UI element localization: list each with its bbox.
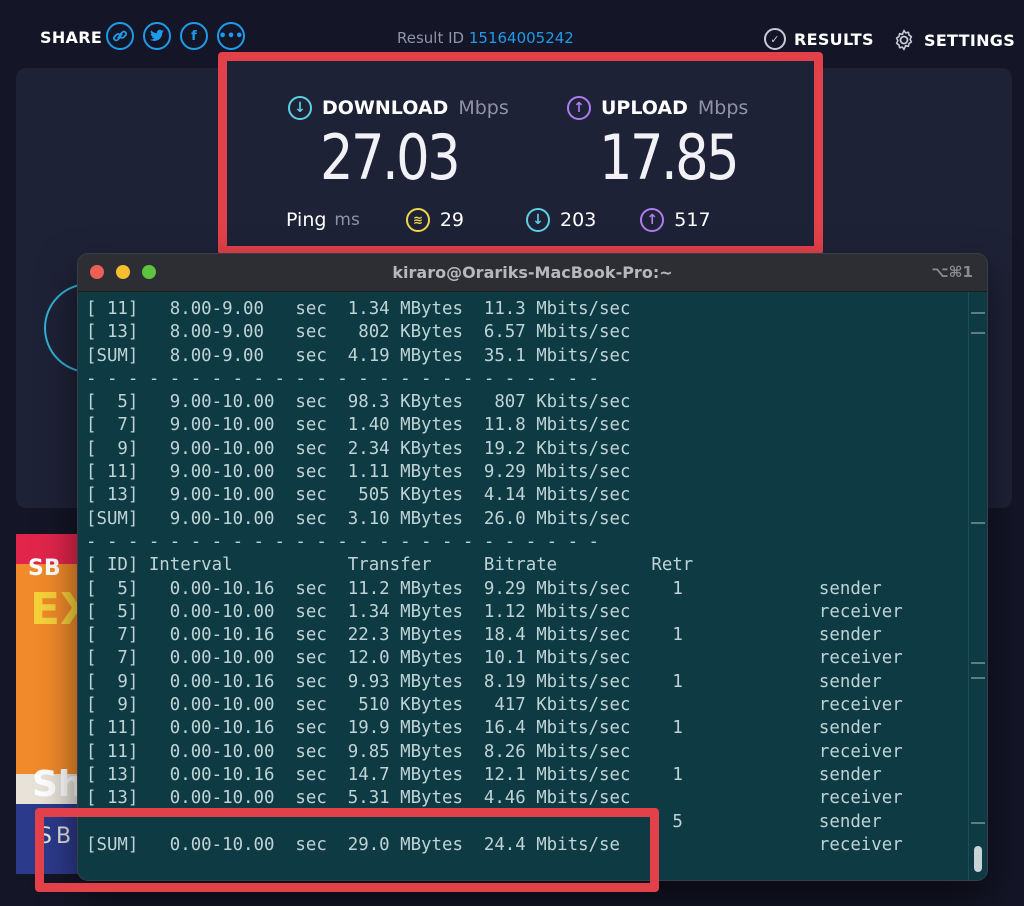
idle-latency-icon: ≋ [405,208,430,232]
window-shortcut: ⌥⌘1 [931,263,973,281]
upload-header: ↑ UPLOAD Mbps [567,96,748,120]
terminal-line: [SUM] 8.00-9.00 sec 4.19 MBytes 35.1 Mbi… [86,345,631,366]
more-icon[interactable]: ••• [217,22,245,50]
upload-label: UPLOAD [601,97,688,119]
ping-unit: ms [334,210,360,230]
ping-idle: ≋ 29 [405,208,465,232]
link-icon[interactable] [106,22,134,50]
share-label: SHARE [40,28,103,47]
ping-upload: ↑ 517 [640,208,711,232]
download-latency-icon: ↓ [526,208,551,232]
settings-button[interactable]: SETTINGS [892,28,1015,52]
ad-text-sb: SB [28,556,61,581]
scroll-marker [971,522,985,524]
ping-upload-value: 517 [674,209,711,231]
ping-label: Ping [286,209,327,231]
terminal-line: [ 13] 0.00-10.16 sec 14.7 MBytes 12.1 Mb… [86,764,882,785]
terminal-titlebar[interactable]: kiraro@Orariks-MacBook-Pro:~ ⌥⌘1 [78,254,987,292]
terminal-line: [ 13] 8.00-9.00 sec 802 KBytes 6.57 Mbit… [86,322,631,343]
ping-row: Ping ms ≋ 29 ↓ 203 ↑ 517 [286,208,711,232]
twitter-bird-glyph [150,29,164,41]
terminal-line: [ 7] 0.00-10.16 sec 22.3 MBytes 18.4 Mbi… [86,625,882,646]
gear-icon [895,29,913,51]
terminal-output[interactable]: [ 11] 8.00-9.00 sec 1.34 MBytes 11.3 Mbi… [78,292,968,880]
scroll-marker [971,822,985,824]
results-button[interactable]: ✓ RESULTS [764,28,874,50]
download-header: ↓ DOWNLOAD Mbps [288,96,509,120]
terminal-line: [ 5] 9.00-10.00 sec 98.3 KBytes 807 Kbit… [86,392,631,413]
upload-arrow-icon: ↑ [567,96,591,120]
download-unit: Mbps [458,97,509,119]
terminal-line: [SUM] 9.00-10.00 sec 3.10 MBytes 26.0 Mb… [86,508,631,529]
terminal-line: [ 5] 0.00-10.16 sec 11.2 MBytes 9.29 Mbi… [86,578,882,599]
terminal-line: [ 11] 8.00-9.00 sec 1.34 MBytes 11.3 Mbi… [86,299,631,319]
terminal-title: kiraro@Orariks-MacBook-Pro:~ [392,263,673,282]
terminal-scrollbar[interactable] [968,292,987,880]
summary-highlight [35,808,659,892]
ping-download-value: 203 [560,209,597,231]
result-id: Result ID 15164005242 [397,29,574,47]
upload-unit: Mbps [697,97,749,119]
scroll-thumb[interactable] [974,846,982,872]
terminal-line: [ 7] 0.00-10.00 sec 12.0 MBytes 10.1 Mbi… [86,648,903,669]
terminal-line: [ 7] 9.00-10.00 sec 1.40 MBytes 11.8 Mbi… [86,415,631,436]
scroll-marker [971,677,985,679]
ping-download: ↓ 203 [526,208,596,232]
ad-text-sh: Sh [32,764,84,805]
terminal-line: [ 9] 0.00-10.16 sec 9.93 MBytes 8.19 Mbi… [86,671,882,692]
upload-latency-icon: ↑ [640,208,665,232]
download-arrow-icon: ↓ [288,96,312,120]
terminal-line: [ 5] 0.00-10.00 sec 1.34 MBytes 1.12 Mbi… [86,601,903,622]
terminal-line: [ ID] Interval Transfer Bitrate Retr [86,555,694,576]
result-id-link[interactable]: 15164005242 [469,29,574,47]
download-speed-value: 27.03 [320,121,461,194]
twitter-icon[interactable] [143,22,171,50]
link-icon-glyph [112,30,128,42]
ping-idle-value: 29 [439,209,465,231]
terminal-line: [ 11] 0.00-10.00 sec 9.85 MBytes 8.26 Mb… [86,741,903,762]
scroll-marker [971,662,985,664]
terminal-line: [ 9] 0.00-10.00 sec 510 KBytes 417 Kbits… [86,695,903,716]
upload-speed-value: 17.85 [599,121,740,194]
scroll-marker [971,332,985,334]
facebook-icon[interactable]: f [180,22,208,50]
scroll-marker [971,312,985,314]
speed-results-highlight: ↓ DOWNLOAD Mbps 27.03 ↑ UPLOAD Mbps 17.8… [218,52,823,255]
terminal-line: [ 9] 9.00-10.00 sec 2.34 KBytes 19.2 Kbi… [86,438,631,459]
terminal-line: - - - - - - - - - - - - - - - - - - - - … [86,368,600,389]
terminal-line: [ 11] 9.00-10.00 sec 1.11 MBytes 9.29 Mb… [86,462,631,483]
terminal-line: [ 13] 9.00-10.00 sec 505 KBytes 4.14 Mbi… [86,485,631,506]
results-label: RESULTS [794,29,874,49]
check-circle-icon: ✓ [764,28,786,50]
download-label: DOWNLOAD [322,97,449,119]
terminal-window[interactable]: kiraro@Orariks-MacBook-Pro:~ ⌥⌘1 [ 11] 8… [78,254,987,880]
settings-label: SETTINGS [924,30,1016,50]
result-id-label: Result ID [397,29,465,47]
terminal-line: [ 11] 0.00-10.16 sec 19.9 MBytes 16.4 Mb… [86,718,882,739]
terminal-line: - - - - - - - - - - - - - - - - - - - - … [86,531,600,552]
